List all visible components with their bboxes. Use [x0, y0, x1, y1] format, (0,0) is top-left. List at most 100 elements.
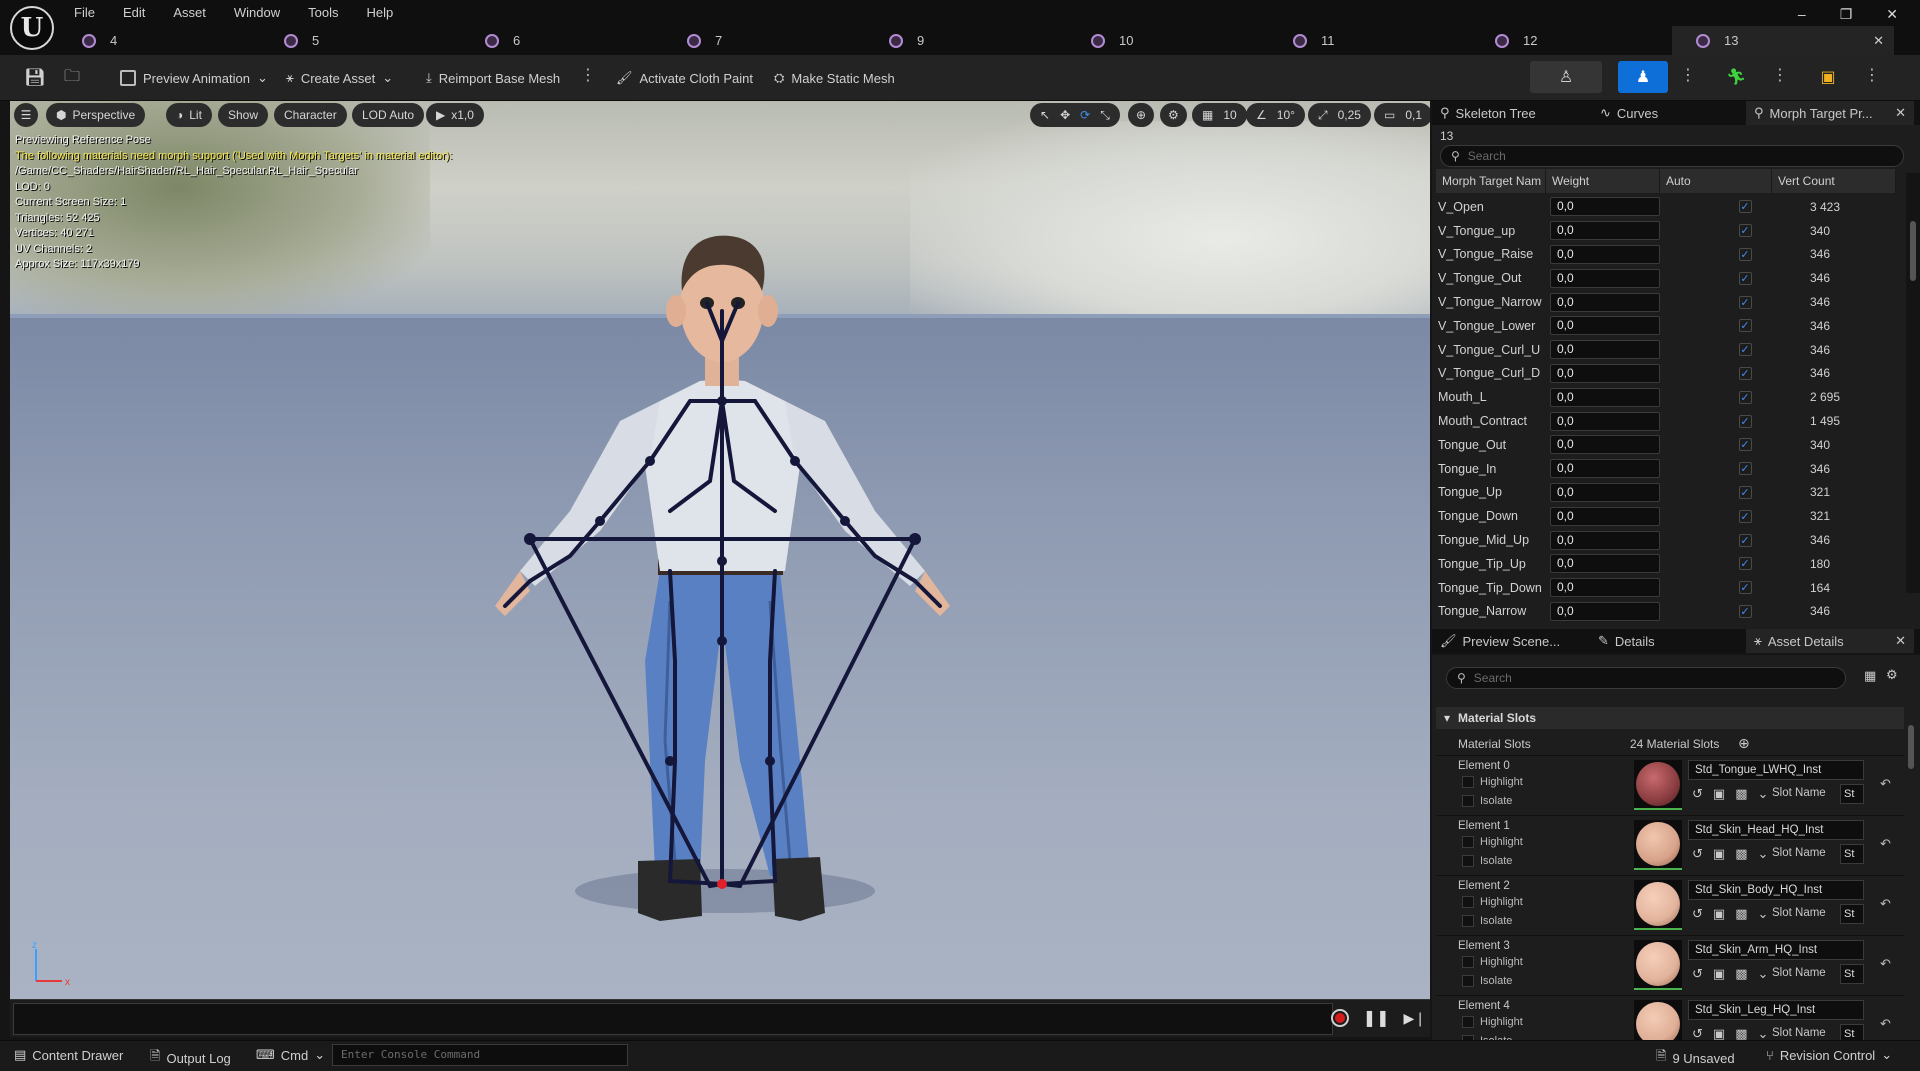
table-row[interactable]: Tongue_Down 0,0 ✓ 321: [1436, 504, 1896, 528]
morph-search-input[interactable]: ⚲ Search: [1440, 145, 1904, 167]
tab-preview-scene[interactable]: 🖌︎ Preview Scene...: [1432, 629, 1582, 653]
menu-tools[interactable]: Tools: [308, 5, 338, 20]
material-options-icon[interactable]: ▩: [1735, 966, 1747, 982]
column-weight[interactable]: Weight: [1546, 169, 1660, 193]
weight-input[interactable]: 0,0: [1550, 268, 1660, 288]
save-button[interactable]: 💾︎: [24, 65, 46, 91]
add-slot-icon[interactable]: ⊕: [1738, 735, 1750, 752]
weight-input[interactable]: 0,0: [1550, 435, 1660, 455]
tab-morph-target-preview[interactable]: ⚲ Morph Target Pr... ✕: [1746, 101, 1914, 125]
weight-input[interactable]: 0,0: [1550, 482, 1660, 502]
weight-input[interactable]: 0,0: [1550, 530, 1660, 550]
reset-icon[interactable]: ↶: [1880, 956, 1891, 972]
weight-input[interactable]: 0,0: [1550, 292, 1660, 312]
browse-asset-icon[interactable]: ▣: [1713, 906, 1725, 922]
slot-name-input[interactable]: St: [1840, 964, 1864, 984]
doc-tab-13[interactable]: 13 ✕: [1672, 26, 1894, 55]
auto-checkbox[interactable]: ✓: [1738, 390, 1752, 404]
close-tab-icon[interactable]: ✕: [1895, 633, 1906, 649]
play-speed-button[interactable]: ▶ x1,0: [426, 103, 484, 127]
restore-button[interactable]: ❐: [1840, 6, 1853, 23]
menu-window[interactable]: Window: [234, 5, 280, 20]
more-options-icon[interactable]: ⋮: [1864, 65, 1880, 85]
gear-icon[interactable]: ⚙: [1886, 667, 1898, 683]
weight-input[interactable]: 0,0: [1550, 459, 1660, 479]
material-picker[interactable]: Std_Skin_Leg_HQ_Inst: [1688, 1000, 1864, 1020]
auto-checkbox[interactable]: ✓: [1738, 438, 1752, 452]
viewport-menu-button[interactable]: ☰: [14, 103, 38, 127]
auto-checkbox[interactable]: ✓: [1738, 319, 1752, 333]
chevron-down-icon[interactable]: ⌄: [1758, 846, 1769, 862]
material-options-icon[interactable]: ▩: [1735, 906, 1747, 922]
scale-snap-button[interactable]: ⤢ 0,25: [1308, 103, 1371, 127]
auto-checkbox[interactable]: ✓: [1738, 581, 1752, 595]
highlight-checkbox[interactable]: [1462, 1016, 1474, 1028]
auto-checkbox[interactable]: ✓: [1738, 366, 1752, 380]
material-picker[interactable]: Std_Skin_Arm_HQ_Inst: [1688, 940, 1864, 960]
material-slots-section[interactable]: ▾ Material Slots: [1436, 707, 1904, 729]
doc-tab-6[interactable]: 6: [485, 26, 520, 55]
morph-scrollbar-track[interactable]: [1906, 173, 1920, 593]
pause-icon[interactable]: ❚❚: [1363, 1008, 1390, 1028]
grid-snap-button[interactable]: ▦ 10: [1192, 103, 1247, 127]
tab-asset-details[interactable]: ⚹ Asset Details ✕: [1746, 629, 1914, 653]
browse-asset-icon[interactable]: ▣: [1713, 846, 1725, 862]
more-options-icon[interactable]: ⋮: [1772, 65, 1788, 85]
material-picker[interactable]: Std_Skin_Body_HQ_Inst: [1688, 880, 1864, 900]
doc-tab-4[interactable]: 4: [82, 26, 117, 55]
close-tab-icon[interactable]: ✕: [1873, 33, 1884, 49]
auto-checkbox[interactable]: ✓: [1738, 271, 1752, 285]
table-row[interactable]: V_Tongue_Lower 0,0 ✓ 346: [1436, 314, 1896, 338]
close-window-button[interactable]: ✕: [1886, 6, 1898, 23]
isolate-checkbox[interactable]: [1462, 915, 1474, 927]
camera-speed-button[interactable]: ▭ 0,1: [1374, 103, 1430, 127]
doc-tab-9[interactable]: 9: [889, 26, 924, 55]
auto-checkbox[interactable]: ✓: [1738, 557, 1752, 571]
doc-tab-12[interactable]: 12: [1495, 26, 1537, 55]
reset-icon[interactable]: ↶: [1880, 836, 1891, 852]
coord-space-button[interactable]: ⊕: [1128, 103, 1155, 127]
rotation-snap-button[interactable]: ∠ 10°: [1246, 103, 1305, 127]
reset-icon[interactable]: ↶: [1880, 776, 1891, 792]
mesh-mode-button[interactable]: ♟: [1618, 61, 1668, 93]
more-options-icon[interactable]: ⋮: [1680, 65, 1696, 85]
animation-mode-button[interactable]: 🏃︎: [1704, 61, 1768, 93]
material-picker[interactable]: Std_Tongue_LWHQ_Inst: [1688, 760, 1864, 780]
table-row[interactable]: V_Open 0,0 ✓ 3 423: [1436, 195, 1896, 219]
table-row[interactable]: Tongue_Tip_Down 0,0 ✓ 164: [1436, 576, 1896, 600]
reimport-base-mesh-button[interactable]: ⤓ Reimport Base Mesh: [426, 65, 560, 91]
auto-checkbox[interactable]: ✓: [1738, 462, 1752, 476]
auto-checkbox[interactable]: ✓: [1738, 224, 1752, 238]
cmd-button[interactable]: ⌨︎ Cmd ⌄: [256, 1047, 325, 1063]
doc-tab-7[interactable]: 7: [687, 26, 722, 55]
table-row[interactable]: Tongue_Out 0,0 ✓ 340: [1436, 433, 1896, 457]
material-thumbnail[interactable]: [1634, 760, 1682, 810]
more-options-icon[interactable]: ⋮: [580, 65, 596, 85]
table-view-icon[interactable]: ▦: [1864, 668, 1876, 684]
menu-asset[interactable]: Asset: [173, 5, 206, 20]
use-selected-icon[interactable]: ↺: [1692, 966, 1703, 982]
auto-checkbox[interactable]: ✓: [1738, 200, 1752, 214]
weight-input[interactable]: 0,0: [1550, 387, 1660, 407]
auto-checkbox[interactable]: ✓: [1738, 343, 1752, 357]
doc-tab-11[interactable]: 11: [1293, 26, 1335, 55]
menu-edit[interactable]: Edit: [123, 5, 145, 20]
weight-input[interactable]: 0,0: [1550, 316, 1660, 336]
auto-checkbox[interactable]: ✓: [1738, 485, 1752, 499]
surface-snap-button[interactable]: ⚙: [1160, 103, 1187, 127]
chevron-down-icon[interactable]: ⌄: [1758, 786, 1769, 802]
menu-help[interactable]: Help: [366, 5, 393, 20]
blueprint-mode-button[interactable]: ▣: [1796, 61, 1860, 93]
close-tab-icon[interactable]: ✕: [1895, 105, 1906, 121]
use-selected-icon[interactable]: ↺: [1692, 786, 1703, 802]
auto-checkbox[interactable]: ✓: [1738, 295, 1752, 309]
column-auto[interactable]: Auto: [1660, 169, 1772, 193]
material-thumbnail[interactable]: [1634, 1000, 1682, 1040]
perspective-button[interactable]: ⬢ Perspective: [46, 103, 146, 127]
auto-checkbox[interactable]: ✓: [1738, 604, 1752, 618]
column-vert-count[interactable]: Vert Count: [1772, 169, 1896, 193]
slot-name-input[interactable]: St: [1840, 904, 1864, 924]
table-row[interactable]: V_Tongue_Raise 0,0 ✓ 346: [1436, 243, 1896, 267]
browse-asset-icon[interactable]: ▣: [1713, 1026, 1725, 1040]
doc-tab-5[interactable]: 5: [284, 26, 319, 55]
